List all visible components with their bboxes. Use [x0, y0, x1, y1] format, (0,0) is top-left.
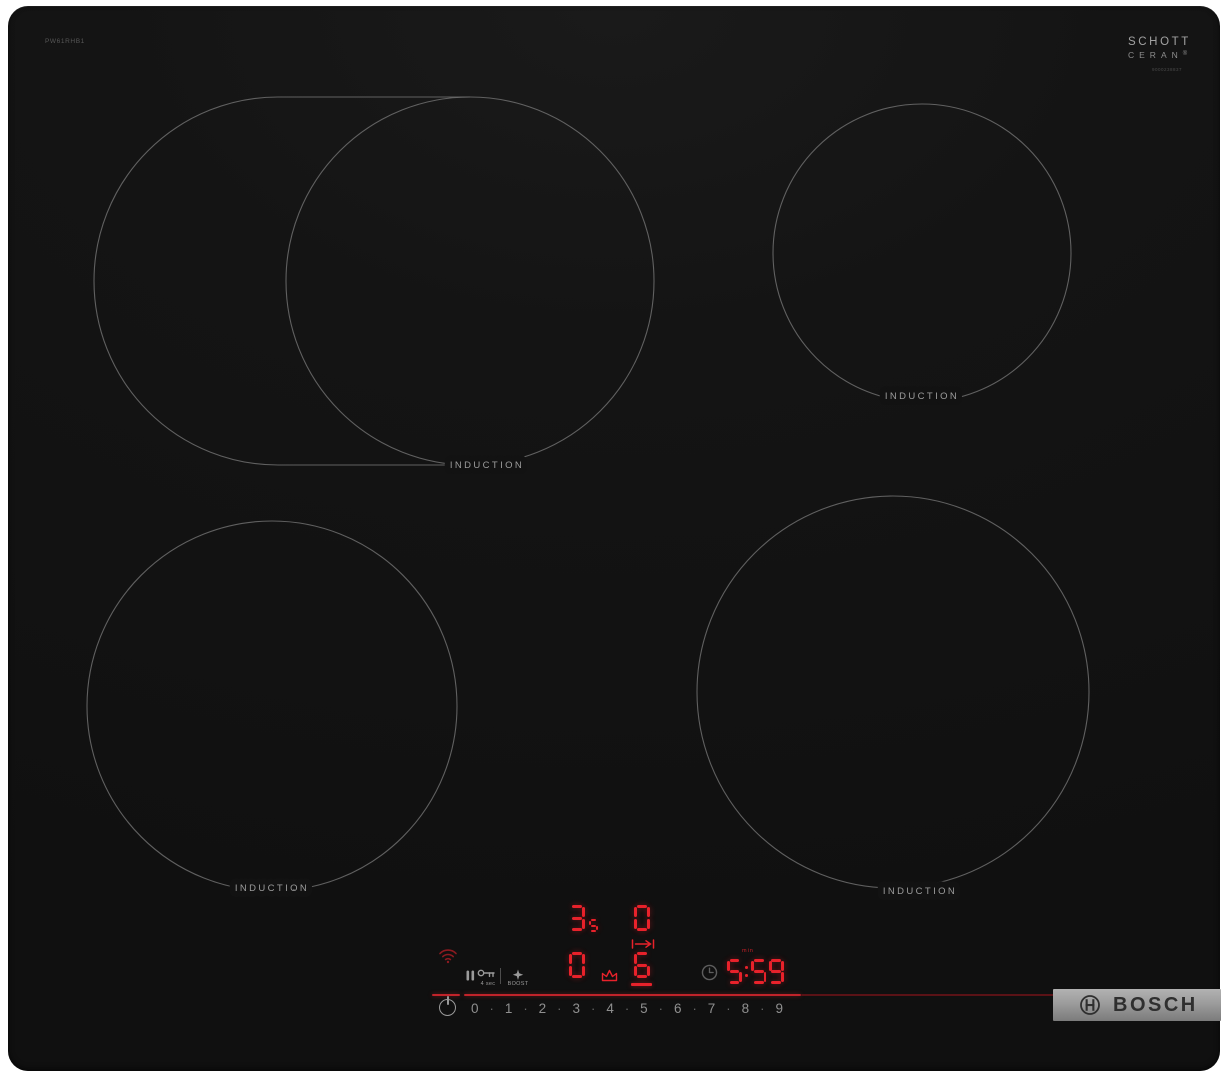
display-front-left-level[interactable]	[569, 952, 585, 978]
level-separator: ·	[624, 1001, 630, 1016]
zone-outlines: INDUCTION INDUCTION INDUCTION INDUCTION	[86, 96, 1090, 903]
registered-mark: ®	[1182, 50, 1188, 57]
zone-rear-left-oval	[93, 96, 470, 466]
boost-button[interactable]: BOOST	[505, 968, 531, 990]
level-3[interactable]: 3	[572, 1001, 580, 1016]
level-separator: ·	[726, 1001, 731, 1016]
power-icon	[446, 996, 449, 1005]
bosch-badge: BOSCH	[1053, 989, 1221, 1021]
level-4[interactable]: 4	[606, 1001, 614, 1016]
level-separator: ·	[590, 1001, 596, 1016]
level-2[interactable]: 2	[539, 1001, 547, 1016]
display-rear-left-level[interactable]	[569, 905, 585, 931]
key-icon	[477, 969, 495, 978]
display-rear-left-half-level	[589, 919, 598, 932]
zone-rear-right-circle	[772, 103, 1072, 403]
zone-label-front-right: INDUCTION	[883, 886, 957, 897]
level-6[interactable]: 6	[674, 1001, 682, 1016]
product-photo: INDUCTION INDUCTION INDUCTION INDUCTION …	[0, 0, 1227, 1080]
bosch-emblem-icon	[1080, 995, 1100, 1015]
zone-front-left-circle	[86, 520, 458, 892]
display-timer[interactable]	[727, 959, 784, 984]
pan-move-icon	[631, 939, 655, 949]
wipe-protection-icon	[601, 969, 618, 982]
key-lock-button[interactable]: 4 sec	[477, 968, 499, 990]
level-separator: ·	[760, 1001, 765, 1016]
level-7[interactable]: 7	[708, 1001, 716, 1016]
level-separator: ·	[658, 1001, 663, 1016]
bosch-logo-text: BOSCH	[1113, 993, 1198, 1016]
level-separator: ·	[523, 1001, 528, 1016]
pause-icon	[466, 970, 475, 981]
key-lock-label: 4 sec	[480, 981, 496, 987]
level-0[interactable]: 0	[471, 1001, 479, 1016]
control-divider	[500, 968, 501, 984]
model-number: PW61RHB1	[45, 38, 85, 45]
display-front-right-level[interactable]	[634, 952, 650, 978]
level-8[interactable]: 8	[742, 1001, 750, 1016]
zone-label-rear-left: INDUCTION	[450, 460, 524, 471]
wifi-icon	[439, 949, 457, 964]
level-separator: ·	[489, 1001, 494, 1016]
display-rear-right-level[interactable]	[634, 905, 650, 931]
schott-logo-line2: CERAN	[1128, 49, 1183, 60]
boost-label: BOOST	[507, 981, 529, 987]
timer-unit-label: min	[742, 948, 754, 954]
level-separator: ·	[557, 1001, 562, 1016]
level-separator: ·	[692, 1001, 697, 1016]
zone-front-right-circle	[696, 495, 1090, 889]
timer-button[interactable]	[700, 963, 722, 985]
zone-label-front-left: INDUCTION	[235, 883, 309, 894]
zone-label-rear-right: INDUCTION	[885, 391, 959, 402]
schott-ceran-logo: SCHOTT CERAN®	[1128, 36, 1191, 60]
level-5[interactable]: 5	[640, 1001, 648, 1016]
level-slider[interactable]: 0 · 1 · 2 · 3 · 4 · 5 · 6 · 7 · 8 · 9	[471, 1000, 783, 1017]
timer-clock-icon	[701, 964, 718, 981]
level-9[interactable]: 9	[775, 1001, 783, 1016]
zone-front-left-combi-circle	[285, 96, 655, 466]
level-1[interactable]: 1	[505, 1001, 513, 1016]
glass-serial-code: 9000238837	[1152, 67, 1183, 72]
boost-icon	[512, 969, 524, 980]
schott-logo-line1: SCHOTT	[1128, 36, 1191, 48]
selected-zone-underline	[631, 983, 652, 986]
